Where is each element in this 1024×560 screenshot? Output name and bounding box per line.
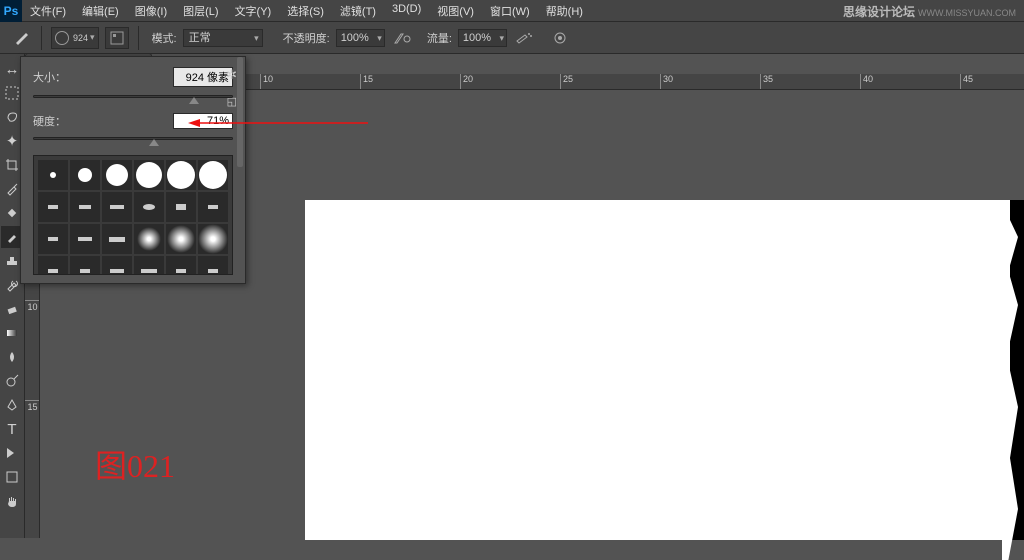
flow-label: 流量: (427, 30, 452, 46)
airbrush-icon[interactable] (513, 27, 535, 49)
canvas[interactable] (305, 200, 1024, 540)
brush-preset-grid[interactable]: 25 50 (33, 155, 233, 275)
hardness-label: 硬度： (33, 113, 66, 129)
tool-pen[interactable] (1, 394, 23, 416)
menu-item[interactable]: 滤镜(T) (332, 3, 384, 19)
menu-item[interactable]: 图像(I) (127, 3, 175, 19)
menu-item[interactable]: 窗口(W) (482, 3, 538, 19)
opacity-label: 不透明度: (283, 30, 330, 46)
tool-eraser[interactable] (1, 298, 23, 320)
pressure-opacity-icon[interactable] (391, 27, 413, 49)
ps-logo: Ps (0, 0, 22, 22)
mask-edge (1010, 200, 1024, 540)
menu-item[interactable]: 3D(D) (384, 3, 429, 19)
brush-popup: ✲ ◱ 大小： 924 像素 硬度： 71% (20, 56, 246, 284)
brush-panel-toggle[interactable] (105, 27, 129, 49)
opacity-input[interactable]: 100% (336, 29, 385, 47)
divider (41, 26, 42, 50)
menu-item[interactable]: 编辑(E) (74, 3, 127, 19)
brush-tool-icon (10, 27, 32, 49)
tool-type[interactable]: T (1, 418, 23, 440)
tool-hand[interactable] (1, 490, 23, 512)
hardness-input[interactable]: 71% (173, 113, 233, 129)
menu-item[interactable]: 文字(Y) (227, 3, 280, 19)
watermark: 思缘设计论坛WWW.MISSYUAN.COM (843, 3, 1016, 20)
flow-input[interactable]: 100% (458, 29, 507, 47)
size-input[interactable]: 924 像素 (173, 67, 233, 87)
menu-item[interactable]: 帮助(H) (538, 3, 591, 19)
size-label: 大小： (33, 69, 66, 85)
tool-dodge[interactable] (1, 370, 23, 392)
gear-icon[interactable]: ✲ (226, 67, 237, 83)
size-slider[interactable] (33, 91, 233, 103)
blend-mode-dropdown[interactable]: 正常 (183, 29, 263, 47)
divider (138, 26, 139, 50)
tool-gradient[interactable] (1, 322, 23, 344)
tool-shape[interactable] (1, 466, 23, 488)
menu-item[interactable]: 视图(V) (429, 3, 482, 19)
menu-bar: Ps 文件(F)编辑(E)图像(I)图层(L)文字(Y)选择(S)滤镜(T)3D… (0, 0, 1024, 22)
brush-preset-picker[interactable]: 924▾ (51, 27, 99, 49)
pressure-size-icon[interactable] (549, 27, 571, 49)
options-bar: 924▾ 模式: 正常 不透明度: 100% 流量: 100% (0, 22, 1024, 54)
tool-blur[interactable] (1, 346, 23, 368)
tool-path[interactable] (1, 442, 23, 464)
mode-label: 模式: (152, 30, 177, 46)
hardness-slider[interactable] (33, 133, 233, 145)
menu-item[interactable]: 选择(S) (279, 3, 332, 19)
menu-item[interactable]: 文件(F) (22, 3, 74, 19)
menu-item[interactable]: 图层(L) (175, 3, 226, 19)
